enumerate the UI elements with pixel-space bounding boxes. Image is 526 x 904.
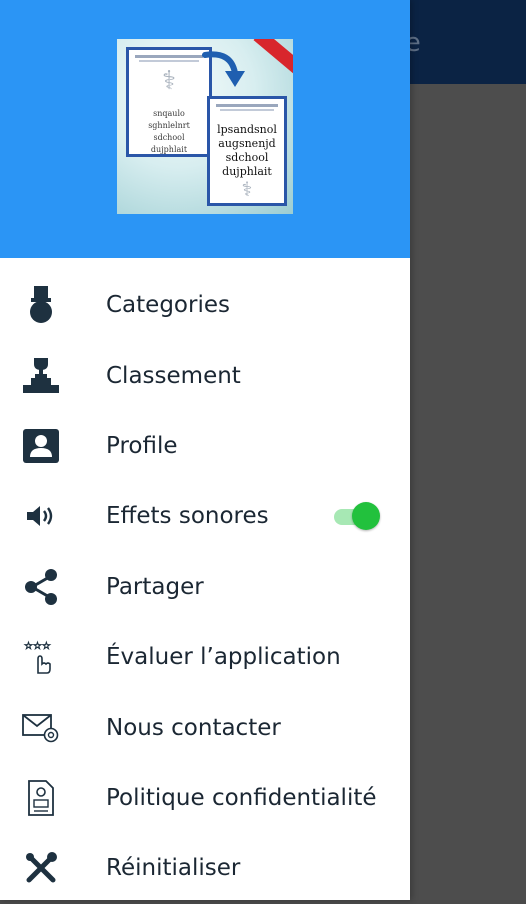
logo-ribbon (253, 39, 293, 79)
menu-item-nous-contacter[interactable]: Nous contacter (0, 692, 410, 762)
logo-prescription-left: ⚕ snqaulo sghnlelnrt sdchool dujphlait (126, 47, 212, 157)
menu-item-reinitialiser[interactable]: Réinitialiser (0, 833, 410, 903)
drawer-header: ⚕ snqaulo sghnlelnrt sdchool dujphlait l… (0, 0, 410, 258)
trophy-podium-icon (22, 357, 60, 395)
menu-item-evaluer[interactable]: ☆☆☆ Évaluer l’application (0, 622, 410, 692)
navigation-drawer: ⚕ snqaulo sghnlelnrt sdchool dujphlait l… (0, 0, 410, 900)
menu-item-effets-sonores[interactable]: Effets sonores (0, 481, 410, 551)
caduceus-icon: ⚕ (161, 66, 177, 96)
rate-stars-icon: ☆☆☆ (22, 638, 60, 676)
share-icon (22, 568, 60, 606)
volume-icon (22, 497, 60, 535)
drawer-menu: Categories Classement Profile Effets son… (0, 270, 410, 904)
menu-label: Évaluer l’application (106, 644, 341, 671)
app-logo: ⚕ snqaulo sghnlelnrt sdchool dujphlait l… (117, 39, 293, 214)
menu-label: Effets sonores (106, 503, 269, 530)
menu-item-classement[interactable]: Classement (0, 340, 410, 410)
tools-icon (22, 849, 60, 887)
menu-label: Nous contacter (106, 714, 281, 741)
curved-arrow-icon (202, 51, 245, 87)
menu-label: Politique confidentialité (106, 784, 377, 811)
sound-effects-toggle[interactable] (332, 501, 382, 531)
toggle-thumb (352, 502, 380, 531)
medal-icon (22, 286, 60, 324)
menu-label: Partager (106, 573, 204, 600)
logo-prescription-right: lpsandsnol augsnenjd sdchool dujphlait ⚕ (207, 96, 287, 206)
menu-item-profile[interactable]: Profile (0, 411, 410, 481)
account-box-icon (22, 427, 60, 465)
menu-item-partager[interactable]: Partager (0, 552, 410, 622)
menu-item-politique[interactable]: Politique confidentialité (0, 763, 410, 833)
menu-label: Profile (106, 432, 178, 459)
menu-label: Categories (106, 292, 230, 319)
svg-text:☆☆☆: ☆☆☆ (24, 641, 51, 652)
menu-label: Classement (106, 362, 241, 389)
menu-item-categories[interactable]: Categories (0, 270, 410, 340)
caduceus-icon: ⚕ (241, 177, 253, 201)
mail-icon (22, 709, 60, 747)
privacy-document-icon (22, 779, 60, 817)
menu-label: Réinitialiser (106, 855, 241, 882)
